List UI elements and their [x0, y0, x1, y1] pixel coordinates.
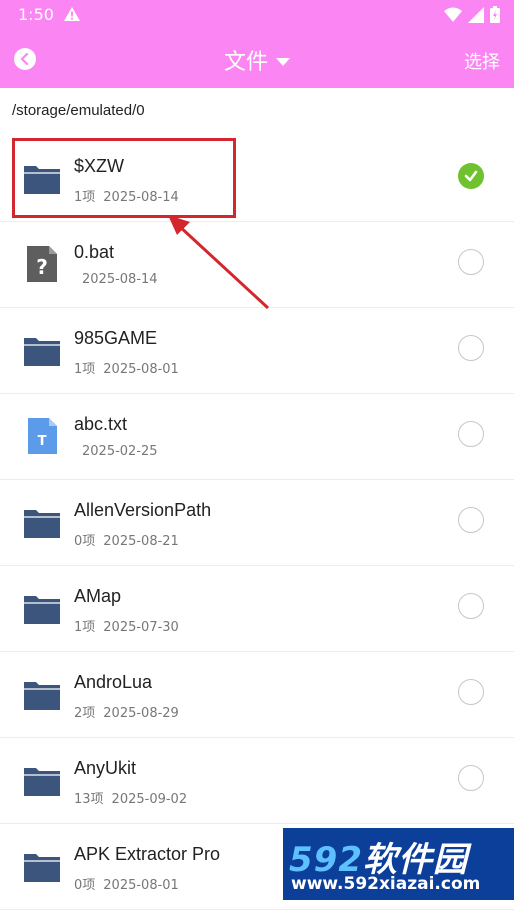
- current-path: /storage/emulated/0: [12, 102, 145, 119]
- select-button[interactable]: 选择: [464, 48, 500, 74]
- list-item[interactable]: AllenVersionPath 0项 2025-08-21: [0, 480, 514, 566]
- selection-checkbox[interactable]: [458, 507, 484, 533]
- folder-icon: [22, 586, 62, 630]
- page-title: 文件: [223, 50, 268, 75]
- alert-triangle-icon: [63, 6, 81, 26]
- selection-checkbox[interactable]: [458, 249, 484, 275]
- item-count: 0项: [74, 878, 96, 893]
- file-meta: 0项 2025-08-01: [74, 874, 187, 893]
- wifi-icon: [444, 7, 462, 27]
- svg-text:T: T: [38, 434, 47, 449]
- status-time: 1:50: [18, 5, 54, 24]
- file-name: 985GAME: [74, 328, 158, 348]
- folder-icon: [22, 758, 62, 802]
- list-item[interactable]: AndroLua 2项 2025-08-29: [0, 652, 514, 738]
- file-name: AndroLua: [74, 672, 153, 692]
- list-item[interactable]: AMap 1项 2025-07-30: [0, 566, 514, 652]
- item-count: 1项: [74, 620, 96, 635]
- caret-down-icon: [276, 57, 290, 66]
- selection-checkbox[interactable]: [458, 593, 484, 619]
- file-name: AMap: [74, 586, 122, 606]
- file-name: AllenVersionPath: [74, 500, 212, 520]
- file-meta: 2025-02-25: [74, 444, 166, 459]
- file-date: 2025-08-01: [103, 362, 179, 377]
- folder-icon: [22, 328, 62, 372]
- file-name: APK Extractor Pro: [74, 844, 221, 864]
- list-item[interactable]: T abc.txt 2025-02-25: [0, 394, 514, 480]
- list-item[interactable]: 985GAME 1项 2025-08-01: [0, 308, 514, 394]
- file-date: 2025-02-25: [82, 444, 158, 459]
- battery-icon: [490, 6, 500, 27]
- folder-icon: [22, 672, 62, 716]
- cell-signal-icon: [468, 6, 484, 27]
- file-date: 2025-08-14: [82, 272, 158, 287]
- title-dropdown[interactable]: 文件: [0, 44, 514, 76]
- file-date: 2025-09-02: [111, 792, 188, 807]
- selection-checkbox[interactable]: [458, 765, 484, 791]
- annotation-highlight-box: [12, 138, 236, 218]
- file-meta: 1项 2025-07-30: [74, 616, 187, 635]
- selection-checkbox[interactable]: [458, 679, 484, 705]
- selection-checkbox[interactable]: [458, 163, 484, 189]
- file-meta: 1项 2025-08-01: [74, 358, 187, 377]
- selection-checkbox[interactable]: [458, 335, 484, 361]
- unknown-file-icon: ?: [22, 242, 62, 286]
- item-count: 1项: [74, 362, 96, 377]
- folder-icon: [22, 500, 62, 544]
- status-bar: 1:50: [0, 0, 514, 30]
- file-list: $XZW 1项 2025-08-14 ? 0.bat 2025-08-14 985…: [0, 136, 514, 910]
- watermark-url: www.592xiazai.com: [291, 874, 481, 894]
- item-count: 13项: [74, 792, 104, 807]
- check-icon: [464, 170, 478, 182]
- app-header: 文件 选择: [0, 30, 514, 88]
- selection-checkbox[interactable]: [458, 421, 484, 447]
- list-item[interactable]: ? 0.bat 2025-08-14: [0, 222, 514, 308]
- file-date: 2025-08-29: [103, 706, 179, 721]
- list-item[interactable]: AnyUkit 13项 2025-09-02: [0, 738, 514, 824]
- item-count: 0项: [74, 534, 96, 549]
- file-date: 2025-07-30: [103, 620, 179, 635]
- file-name: AnyUkit: [74, 758, 137, 778]
- status-icons: [444, 6, 500, 27]
- breadcrumb: /storage/emulated/0: [0, 88, 514, 137]
- watermark-logo: 592软件园 www.592xiazai.com: [283, 828, 514, 900]
- file-meta: 13项 2025-09-02: [74, 788, 195, 807]
- folder-icon: [22, 844, 62, 888]
- file-name: 0.bat: [74, 242, 115, 262]
- svg-text:?: ?: [36, 255, 48, 279]
- file-meta: 0项 2025-08-21: [74, 530, 187, 549]
- file-date: 2025-08-01: [103, 878, 179, 893]
- file-meta: 2025-08-14: [74, 272, 166, 287]
- text-file-icon: T: [22, 414, 62, 458]
- file-name: abc.txt: [74, 414, 128, 434]
- file-meta: 2项 2025-08-29: [74, 702, 187, 721]
- item-count: 2项: [74, 706, 96, 721]
- file-date: 2025-08-21: [103, 534, 179, 549]
